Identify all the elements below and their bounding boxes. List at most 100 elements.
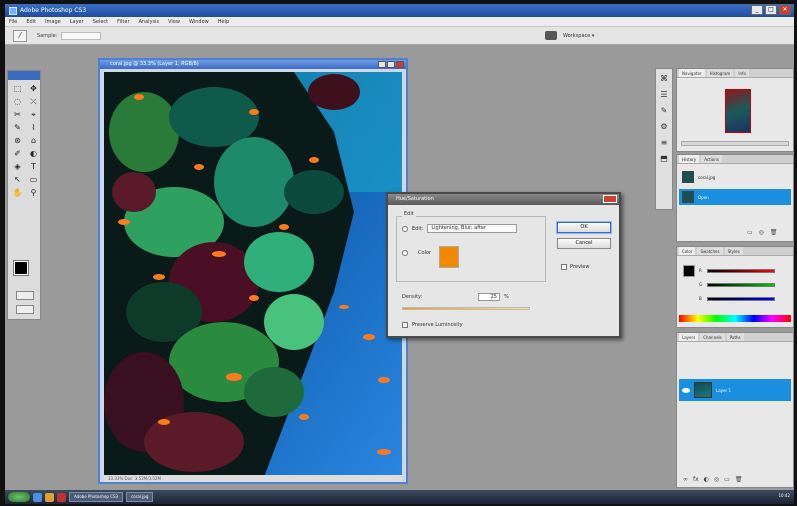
density-slider[interactable] <box>402 307 530 310</box>
quick-mask-button[interactable] <box>16 291 34 300</box>
panel-strip-icon-1[interactable]: ⌘ <box>658 73 670 85</box>
healing-tool-icon[interactable]: ⌇ <box>27 122 40 133</box>
foreground-color-swatch[interactable] <box>13 260 29 276</box>
tab-channels[interactable]: Channels <box>700 333 725 341</box>
document-minimize-button[interactable] <box>378 61 386 68</box>
layer-row[interactable]: Layer 1 <box>679 379 791 401</box>
menu-window[interactable]: Window <box>189 19 209 25</box>
history-step-row[interactable]: Open <box>679 189 791 205</box>
ok-button[interactable]: OK <box>557 222 611 233</box>
history-brush-tool-icon[interactable]: ⌂ <box>27 135 40 146</box>
taskbar-photoshop-button[interactable]: Adobe Photoshop CS3 <box>69 492 124 502</box>
new-document-icon[interactable]: ▭ <box>747 229 753 236</box>
screen-mode-button[interactable] <box>16 305 34 314</box>
lasso-tool-icon[interactable]: ◌ <box>11 96 24 107</box>
menu-select[interactable]: Select <box>93 19 108 25</box>
menu-help[interactable]: Help <box>218 19 229 25</box>
tab-paths[interactable]: Paths <box>726 333 744 341</box>
close-button[interactable]: ✕ <box>779 5 791 15</box>
type-tool-icon[interactable]: T <box>27 161 40 172</box>
navigator-zoom-slider[interactable] <box>681 141 789 146</box>
shape-tool-icon[interactable]: ▭ <box>27 174 40 185</box>
tab-actions[interactable]: Actions <box>701 155 722 163</box>
bridge-icon[interactable] <box>545 31 557 40</box>
gradient-tool-icon[interactable]: ◐ <box>27 148 40 159</box>
eyedropper-tool-icon[interactable]: ⁄ <box>13 29 27 42</box>
layer-style-icon[interactable]: fx <box>693 476 699 483</box>
menu-view[interactable]: View <box>168 19 180 25</box>
document-title-bar[interactable]: coral.jpg @ 33.3% (Layer 1, RGB/8) <box>100 60 406 69</box>
move-tool-icon[interactable]: ✥ <box>27 83 40 94</box>
preserve-luminosity-checkbox[interactable] <box>402 322 408 328</box>
preview-checkbox[interactable] <box>561 264 567 270</box>
media-icon[interactable] <box>57 492 66 502</box>
color-spectrum-ramp[interactable] <box>679 315 791 322</box>
menu-image[interactable]: Image <box>45 19 61 25</box>
sample-select[interactable] <box>61 31 102 40</box>
folder-icon[interactable] <box>45 492 54 502</box>
tab-info[interactable]: Info <box>735 69 749 77</box>
red-slider[interactable] <box>707 269 775 273</box>
workspace-menu[interactable]: Workspace ▾ <box>563 33 594 39</box>
delete-layer-icon[interactable]: 🗑 <box>735 476 743 483</box>
menu-filter[interactable]: Filter <box>117 19 129 25</box>
tab-swatches[interactable]: Swatches <box>697 247 723 255</box>
new-layer-icon[interactable]: ▭ <box>724 476 730 483</box>
density-input[interactable]: 25 <box>478 293 500 301</box>
cancel-button[interactable]: Cancel <box>557 238 611 249</box>
eye-icon[interactable] <box>682 387 690 393</box>
clone-stamp-tool-icon[interactable]: ⊛ <box>11 135 24 146</box>
layer-mask-icon[interactable]: ◐ <box>704 476 709 483</box>
delete-history-icon[interactable]: 🗑 <box>770 229 778 236</box>
slice-tool-icon[interactable]: ⌖ <box>27 109 40 120</box>
panel-strip-icon-4[interactable]: ⚙ <box>658 121 670 133</box>
new-snapshot-icon[interactable]: ◎ <box>759 229 764 236</box>
tab-styles[interactable]: Styles <box>724 247 743 255</box>
tab-navigator[interactable]: Navigator <box>679 69 705 77</box>
panel-strip-icon-5[interactable]: ≡ <box>658 137 670 149</box>
document-maximize-button[interactable] <box>387 61 395 68</box>
brush-tool-icon[interactable]: ✎ <box>11 122 24 133</box>
link-layers-icon[interactable]: ∞ <box>683 476 688 483</box>
dialog-title-bar[interactable]: Hue/Saturation <box>388 194 619 205</box>
color-panel-foreground-swatch[interactable] <box>683 265 695 277</box>
menu-analysis[interactable]: Analysis <box>139 19 160 25</box>
taskbar-document-button[interactable]: coral.jpg <box>126 492 154 502</box>
blue-slider[interactable] <box>707 297 775 301</box>
menu-edit[interactable]: Edit <box>26 19 36 25</box>
tab-history[interactable]: History <box>679 155 700 163</box>
adjustment-layer-icon[interactable]: ◎ <box>714 476 719 483</box>
dialog-close-button[interactable] <box>603 195 617 203</box>
browser-icon[interactable] <box>33 492 42 502</box>
pen-tool-icon[interactable]: ◈ <box>11 161 24 172</box>
tab-color[interactable]: Color <box>679 247 696 255</box>
maximize-button[interactable]: □ <box>765 5 777 15</box>
image-canvas[interactable] <box>104 72 402 477</box>
path-selection-tool-icon[interactable]: ↖ <box>11 174 24 185</box>
crop-tool-icon[interactable]: ✂ <box>11 109 24 120</box>
color-chip[interactable] <box>439 246 459 268</box>
edit-select[interactable]: Lightening, Blur, after <box>427 224 518 233</box>
history-snapshot-row[interactable]: coral.jpg <box>679 169 791 185</box>
panel-strip-icon-2[interactable]: ☰ <box>658 89 670 101</box>
menu-layer[interactable]: Layer <box>70 19 84 25</box>
tab-histogram[interactable]: Histogram <box>706 69 734 77</box>
hand-tool-icon[interactable]: ✋ <box>11 187 24 198</box>
panel-strip-icon-3[interactable]: ✎ <box>658 105 670 117</box>
document-close-button[interactable] <box>396 61 404 68</box>
tab-layers[interactable]: Layers <box>679 333 699 341</box>
edit-radio[interactable] <box>402 225 408 232</box>
start-button[interactable] <box>8 492 30 502</box>
zoom-tool-icon[interactable]: ⚲ <box>27 187 40 198</box>
green-slider[interactable] <box>707 283 775 287</box>
color-radio[interactable] <box>402 250 408 256</box>
panel-strip-icon-6[interactable]: ⬒ <box>658 153 670 165</box>
magic-wand-tool-icon[interactable]: ⤫ <box>27 96 40 107</box>
menu-file[interactable]: File <box>9 19 17 25</box>
options-bar: ⁄ Sample: Workspace ▾ <box>5 27 794 45</box>
minimize-button[interactable]: _ <box>751 5 763 15</box>
navigator-thumbnail[interactable] <box>725 89 751 133</box>
marquee-tool-icon[interactable]: ⬚ <box>11 83 24 94</box>
toolbox-header[interactable] <box>8 71 40 80</box>
eraser-tool-icon[interactable]: ✐ <box>11 148 24 159</box>
